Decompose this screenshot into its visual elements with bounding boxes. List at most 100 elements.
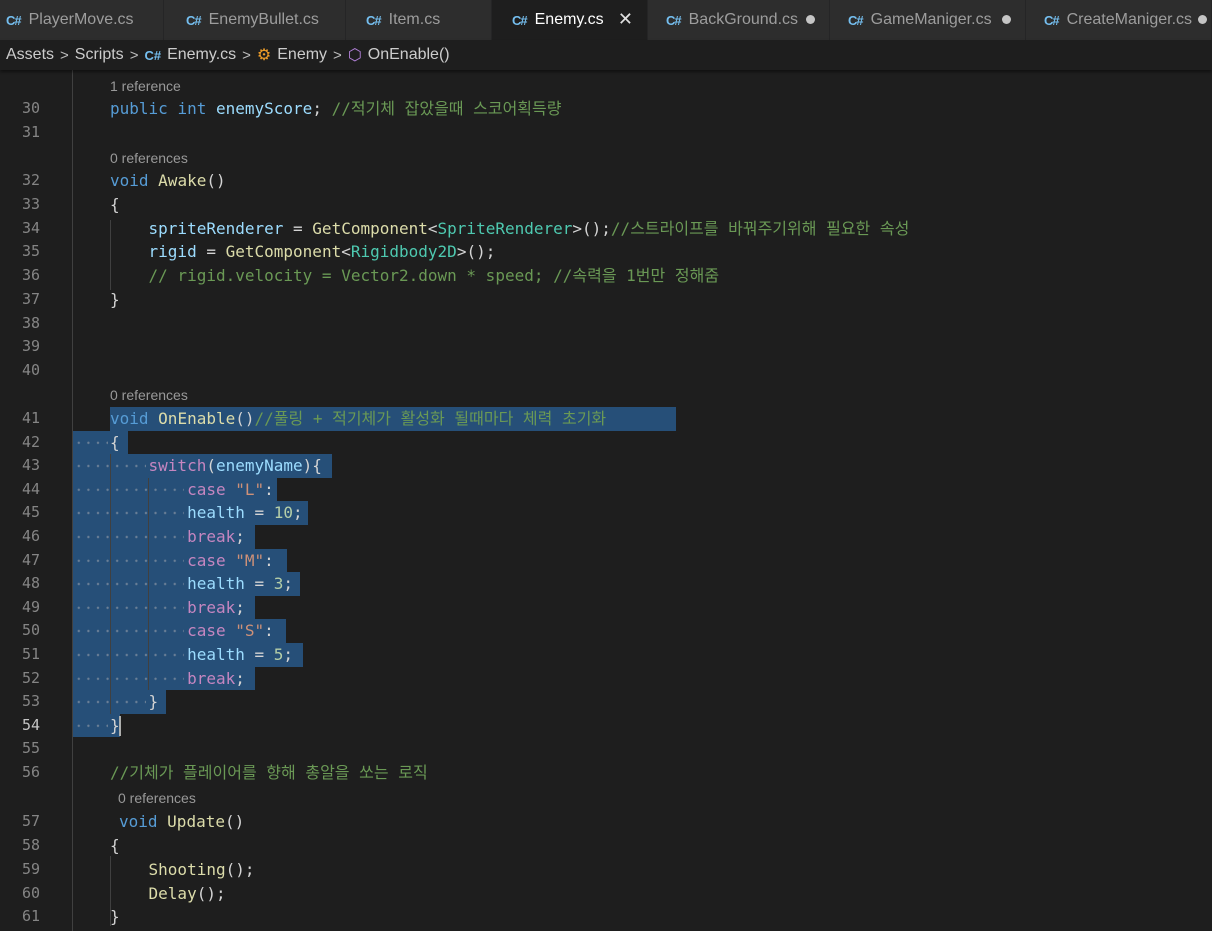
code-text: //기체가 플레이어를 향해 총알을 쏘는 로직 — [110, 763, 428, 782]
code-text: } — [110, 907, 120, 926]
csharp-file-icon: C# — [666, 12, 682, 28]
code-line: 37 } — [0, 288, 1212, 312]
code-text: } — [110, 692, 159, 712]
code-line: 60 Delay(); — [0, 882, 1212, 906]
line-number: 37 — [21, 290, 40, 308]
code-line: 55 — [0, 737, 1212, 761]
tab-playermove[interactable]: C# PlayerMove.cs — [0, 0, 164, 40]
code-text: void OnEnable()//풀링 + 적기체가 활성화 될때마다 체력 초… — [110, 409, 607, 428]
breadcrumb-item-method[interactable]: OnEnable() — [368, 46, 450, 64]
line-number: 51 — [21, 645, 40, 663]
line-number: 34 — [21, 219, 40, 237]
line-number: 47 — [21, 550, 40, 569]
unsaved-dot-icon[interactable] — [1198, 15, 1207, 24]
line-number: 36 — [21, 266, 40, 284]
unsaved-dot-icon[interactable] — [806, 15, 815, 24]
tab-label: GameManiger.cs — [870, 11, 992, 28]
code-text: { — [110, 195, 120, 214]
csharp-file-icon: C# — [186, 12, 202, 28]
close-tab-icon[interactable]: ✕ — [618, 9, 633, 30]
codelens-references[interactable]: 1 reference — [110, 75, 181, 99]
breadcrumb-item-file[interactable]: Enemy.cs — [167, 46, 236, 64]
code-text: void Awake() — [110, 171, 226, 190]
code-line: 46 break; — [0, 525, 1212, 549]
code-editor[interactable]: 1 reference 30 public int enemyScore; //… — [0, 70, 1212, 931]
tab-label: CreateManiger.cs — [1066, 11, 1193, 28]
code-line: 30 public int enemyScore; //적기체 잡았을때 스코어… — [0, 97, 1212, 121]
chevron-right-icon: > — [333, 46, 342, 64]
code-line: 33 { — [0, 193, 1212, 217]
code-text: break; — [187, 597, 245, 617]
tab-background[interactable]: C# BackGround.cs — [648, 0, 830, 40]
code-line: 36 // rigid.velocity = Vector2.down * sp… — [0, 264, 1212, 288]
line-number: 60 — [21, 884, 40, 902]
code-text: } — [110, 715, 121, 737]
line-number: 44 — [21, 479, 40, 498]
csharp-file-icon: C# — [366, 12, 382, 28]
text-cursor — [118, 716, 121, 737]
csharp-file-icon: C# — [144, 47, 162, 63]
line-number: 43 — [21, 456, 40, 475]
code-line: 54 } — [0, 714, 1212, 738]
breadcrumb-item-class[interactable]: Enemy — [277, 46, 327, 64]
code-text: public int enemyScore; //적기체 잡았을때 스코어획득량 — [110, 99, 562, 118]
tab-label: Item.cs — [388, 11, 441, 28]
code-line: 39 — [0, 335, 1212, 359]
csharp-file-icon: C# — [848, 12, 864, 28]
code-text: } — [110, 290, 120, 309]
line-number: 49 — [21, 597, 40, 616]
line-number: 41 — [21, 409, 40, 427]
code-line: 42 { — [0, 431, 1212, 455]
tab-gamemaniger[interactable]: C# GameManiger.cs — [830, 0, 1026, 40]
code-line: 50 case "S": — [0, 619, 1212, 643]
codelens-references[interactable]: 0 references — [110, 147, 188, 171]
line-number: 35 — [21, 242, 40, 260]
code-line: 49 break; — [0, 596, 1212, 620]
line-number: 58 — [21, 836, 40, 854]
line-number: 61 — [21, 907, 40, 925]
class-symbol-icon: ⚙ — [256, 47, 272, 64]
code-line: 51 health = 5; — [0, 643, 1212, 667]
code-line: 44 case "L": — [0, 478, 1212, 502]
breadcrumb-item-scripts[interactable]: Scripts — [75, 46, 124, 64]
line-number: 42 — [21, 432, 40, 451]
breadcrumb: Assets > Scripts > C# Enemy.cs > ⚙ Enemy… — [0, 40, 1212, 70]
tab-enemybullet[interactable]: C# EnemyBullet.cs — [164, 0, 346, 40]
code-text: case "M": — [187, 550, 274, 570]
method-symbol-icon: ⬡ — [347, 47, 362, 64]
tab-label: Enemy.cs — [534, 11, 604, 28]
code-text: // rigid.velocity = Vector2.down * speed… — [148, 266, 720, 285]
code-line: 58 { — [0, 834, 1212, 858]
line-number: 54 — [21, 715, 40, 734]
code-text: { — [110, 836, 120, 855]
breadcrumb-item-assets[interactable]: Assets — [6, 46, 54, 64]
tab-createmaniger[interactable]: C# CreateManiger.cs — [1026, 0, 1212, 40]
line-number: 57 — [21, 812, 40, 830]
unsaved-dot-icon[interactable] — [1002, 15, 1011, 24]
line-number: 52 — [21, 668, 40, 687]
tab-enemy[interactable]: C# Enemy.cs ✕ — [492, 0, 648, 40]
code-line: 61 } — [0, 905, 1212, 929]
codelens-references[interactable]: 0 references — [118, 787, 196, 811]
code-line: 32 void Awake() — [0, 169, 1212, 193]
code-line: 53 } — [0, 690, 1212, 714]
chevron-right-icon: > — [242, 46, 251, 64]
code-text: health = 10; — [187, 503, 303, 523]
code-line: 56 //기체가 플레이어를 향해 총알을 쏘는 로직 — [0, 761, 1212, 785]
line-number: 38 — [21, 314, 40, 332]
line-number: 56 — [21, 763, 40, 781]
code-text: rigid = GetComponent<Rigidbody2D>(); — [148, 242, 496, 261]
code-line: 48 health = 3; — [0, 572, 1212, 596]
line-number: 59 — [21, 860, 40, 878]
code-line: 59 Shooting(); — [0, 858, 1212, 882]
code-line: 52 break; — [0, 667, 1212, 691]
csharp-file-icon: C# — [6, 12, 22, 28]
chevron-right-icon: > — [129, 46, 139, 64]
tab-item[interactable]: C# Item.cs — [346, 0, 492, 40]
codelens-references[interactable]: 0 references — [110, 384, 188, 408]
code-line: 47 case "M": — [0, 549, 1212, 573]
line-number: 48 — [21, 574, 40, 593]
tab-label: EnemyBullet.cs — [208, 11, 319, 28]
code-line: 43 switch(enemyName){ — [0, 454, 1212, 478]
code-text: health = 3; — [187, 574, 294, 594]
